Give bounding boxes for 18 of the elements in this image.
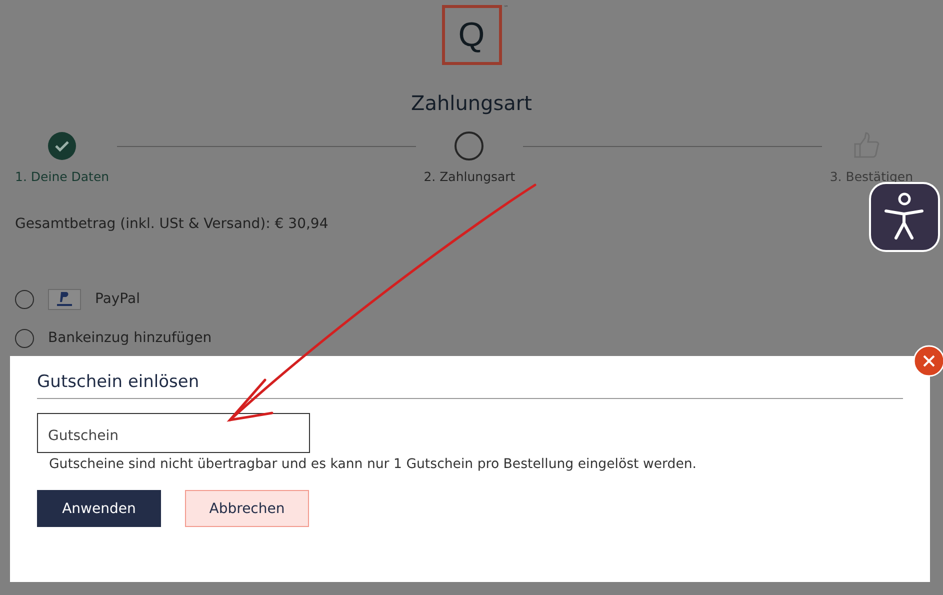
page-title: Zahlungsart <box>411 91 532 115</box>
voucher-field[interactable]: Gutschein <box>37 413 310 453</box>
radio-button[interactable] <box>15 328 34 348</box>
radio-button[interactable] <box>15 290 34 308</box>
paypal-logo-icon <box>48 288 81 310</box>
step-label: 1. Deine Daten <box>15 169 110 184</box>
voucher-hint: Gutscheine sind nicht übertragbar und es kann nur 1 Gutschein pro Bestellung eingelöst werden. <box>49 457 698 472</box>
cancel-button[interactable]: Abbrechen <box>185 490 309 527</box>
accessibility-icon[interactable] <box>869 182 940 252</box>
close-icon[interactable] <box>913 345 943 377</box>
step-label: 3. Bestätigen <box>830 169 914 184</box>
logo: Q <box>442 5 502 65</box>
apply-button[interactable]: Anwenden <box>37 490 161 527</box>
dialog-title: Gutschein einlösen <box>37 372 903 399</box>
total-amount: Gesamtbetrag (inkl. USt & Versand): € 30,94 <box>15 216 330 232</box>
payment-option-label[interactable]: Bankeinzug hinzufügen <box>48 330 212 346</box>
step-label: 2. Zahlungsart <box>424 169 516 184</box>
payment-option-label[interactable]: PayPal <box>95 291 140 307</box>
